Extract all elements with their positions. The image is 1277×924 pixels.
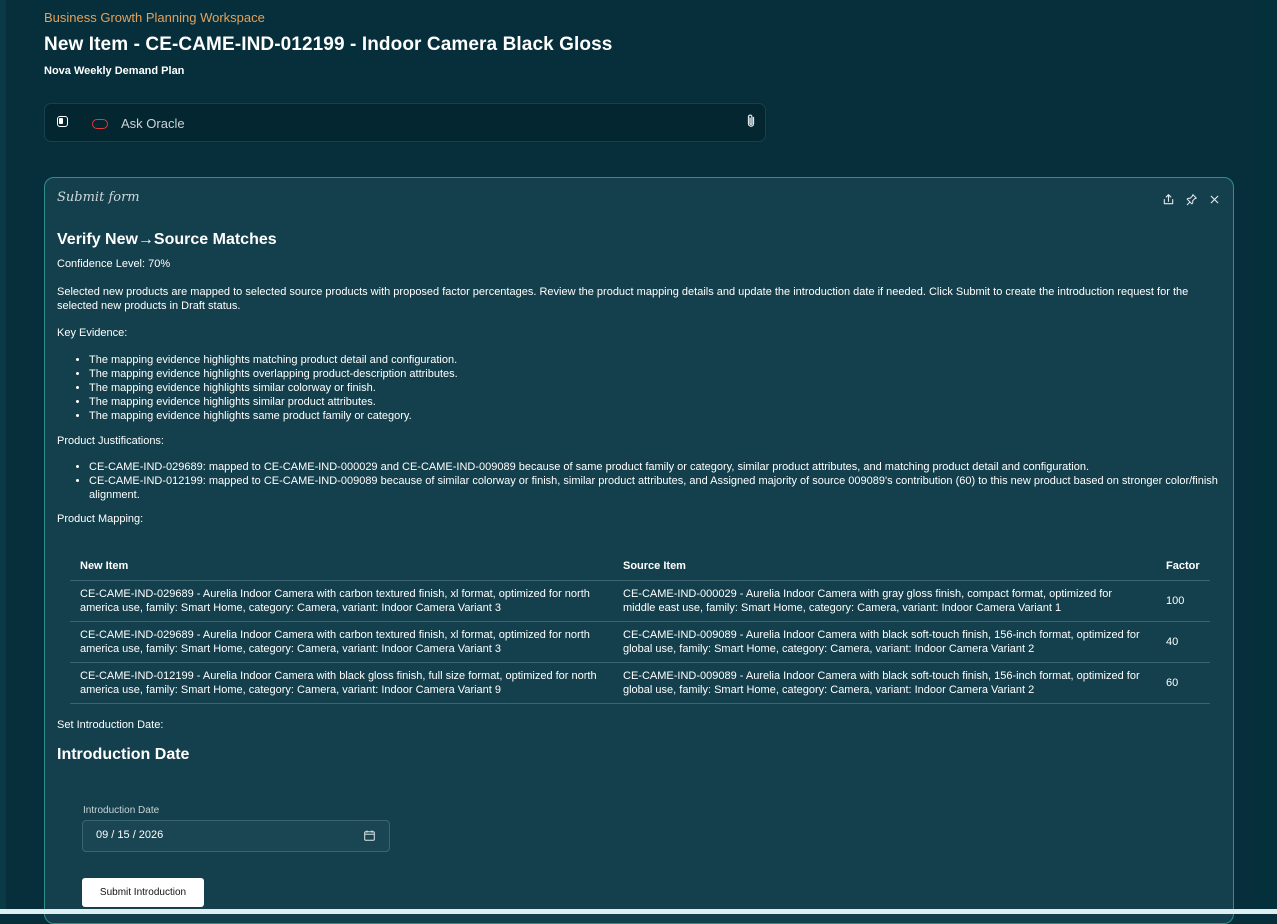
plan-name: Nova Weekly Demand Plan [44,65,185,77]
confidence-level: Confidence Level: 70% [57,258,171,270]
close-icon[interactable] [1208,193,1221,206]
list-item: The mapping evidence highlights same pro… [89,409,1219,423]
key-evidence-label: Key Evidence: [57,327,128,339]
source-item-cell: CE-CAME-IND-009089 - Aurelia Indoor Came… [613,662,1156,704]
source-item-cell: CE-CAME-IND-000029 - Aurelia Indoor Came… [613,580,1156,622]
set-introduction-label: Set Introduction Date: [57,719,164,731]
list-item: The mapping evidence highlights similar … [89,395,1219,409]
list-item: CE-CAME-IND-029689: mapped to CE-CAME-IN… [89,460,1219,474]
introduction-date-heading: Introduction Date [57,746,190,763]
calendar-icon[interactable] [364,830,375,841]
new-item-cell: CE-CAME-IND-029689 - Aurelia Indoor Came… [70,621,613,663]
list-item: The mapping evidence highlights overlapp… [89,367,1219,381]
ask-oracle-input[interactable] [119,113,723,133]
introduction-date-label: Introduction Date [83,805,160,816]
ask-oracle-bar [44,103,766,142]
verify-heading: Verify New→Source Matches [57,231,277,248]
oracle-logo-icon [92,119,108,129]
share-icon[interactable] [1162,193,1175,206]
factor-cell: 40 [1156,621,1210,663]
table-row: CE-CAME-IND-012199 - Aurelia Indoor Came… [70,662,1210,704]
justifications-list: CE-CAME-IND-029689: mapped to CE-CAME-IN… [77,460,1219,502]
list-item: The mapping evidence highlights matching… [89,353,1219,367]
table-row: CE-CAME-IND-029689 - Aurelia Indoor Came… [70,621,1210,663]
key-evidence-list: The mapping evidence highlights matching… [77,353,1219,423]
table-row: CE-CAME-IND-029689 - Aurelia Indoor Came… [70,580,1210,622]
list-item: CE-CAME-IND-012199: mapped to CE-CAME-IN… [89,474,1219,502]
new-item-cell: CE-CAME-IND-029689 - Aurelia Indoor Came… [70,580,613,622]
new-item-cell: CE-CAME-IND-012199 - Aurelia Indoor Came… [70,662,613,704]
source-item-cell: CE-CAME-IND-009089 - Aurelia Indoor Came… [613,621,1156,663]
factor-cell: 60 [1156,662,1210,704]
pin-icon[interactable] [1185,193,1198,206]
justifications-label: Product Justifications: [57,435,164,447]
page-title: New Item - CE-CAME-IND-012199 - Indoor C… [44,34,613,55]
factor-cell: 100 [1156,580,1210,622]
product-mapping-table: New Item Source Item Factor CE-CAME-IND-… [70,554,1210,704]
product-mapping-label: Product Mapping: [57,513,144,525]
bottom-edge [0,909,1277,914]
form-description: Selected new products are mapped to sele… [57,286,1189,312]
list-item: The mapping evidence highlights similar … [89,381,1219,395]
paperclip-icon[interactable] [743,113,759,129]
panel-actions [1162,193,1221,206]
column-header-factor: Factor [1156,554,1210,581]
column-header-source-item: Source Item [613,554,1156,581]
left-edge [0,0,6,914]
workspace-name: Business Growth Planning Workspace [44,10,265,25]
table-header-row: New Item Source Item Factor [70,554,1210,581]
introduction-date-value: 09 / 15 / 2026 [96,829,164,841]
right-edge [1257,0,1277,914]
panel-title: Submit form [57,190,140,205]
submit-form-panel: Submit form Verify New→Source Matches Co… [44,177,1234,924]
sidebar-toggle-icon[interactable] [57,116,68,127]
introduction-date-field[interactable]: 09 / 15 / 2026 [82,820,390,852]
column-header-new-item: New Item [70,554,613,581]
submit-introduction-button[interactable]: Submit Introduction [82,878,204,907]
